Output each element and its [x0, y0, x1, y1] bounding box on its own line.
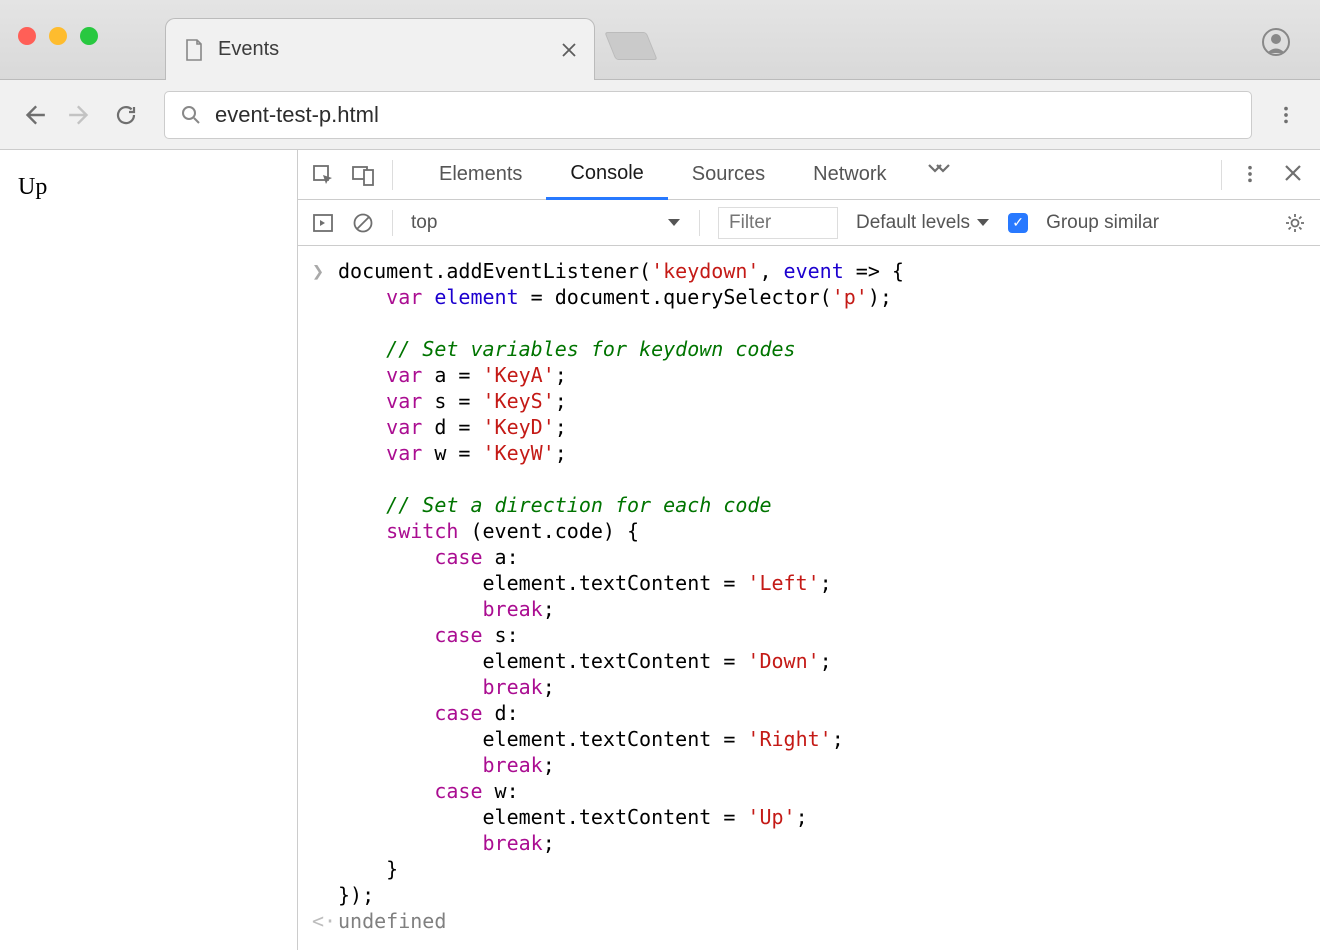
new-tab-button[interactable]	[604, 32, 657, 60]
console-return-line: <· undefined	[298, 908, 1320, 934]
tab-sources[interactable]: Sources	[668, 150, 789, 200]
console-context-select[interactable]: top	[411, 212, 681, 234]
prompt-icon: ❯	[312, 258, 338, 908]
tab-network[interactable]: Network	[789, 150, 910, 200]
omnibox[interactable]: event-test-p.html	[164, 91, 1252, 139]
page-paragraph: Up	[18, 174, 279, 201]
tab-console[interactable]: Console	[546, 150, 667, 200]
group-similar-label: Group similar	[1046, 212, 1159, 234]
devtools-menu-icon[interactable]	[1240, 164, 1262, 186]
chrome-menu-button[interactable]	[1270, 99, 1302, 131]
traffic-lights	[18, 27, 98, 45]
group-similar-checkbox[interactable]: ✓	[1008, 213, 1028, 233]
console-code: document.addEventListener('keydown', eve…	[338, 258, 904, 908]
close-tab-icon[interactable]	[562, 43, 576, 57]
devtools-tabbar: Elements Console Sources Network	[298, 150, 1320, 200]
maximize-window-button[interactable]	[80, 27, 98, 45]
content-area: Up Elements Console Sources Network	[0, 150, 1320, 950]
browser-window: Events event-test-p.html	[0, 0, 1320, 950]
browser-tab[interactable]: Events	[165, 18, 595, 80]
close-window-button[interactable]	[18, 27, 36, 45]
devtools-close-icon[interactable]	[1284, 164, 1306, 186]
more-tabs-icon[interactable]	[927, 163, 951, 187]
console-sidebar-toggle-icon[interactable]	[312, 212, 334, 234]
devtools-panel: Elements Console Sources Network	[297, 150, 1320, 950]
levels-label: Default levels	[856, 212, 970, 234]
tab-title: Events	[218, 38, 562, 61]
titlebar: Events	[0, 0, 1320, 80]
console-filter-input[interactable]	[718, 207, 838, 239]
console-input-line: ❯ document.addEventListener('keydown', e…	[298, 258, 1320, 908]
console-toolbar: top Default levels ✓ Group similar	[298, 200, 1320, 246]
reload-button[interactable]	[110, 99, 142, 131]
address-bar: event-test-p.html	[0, 80, 1320, 150]
clear-console-icon[interactable]	[352, 212, 374, 234]
profile-avatar-icon[interactable]	[1262, 28, 1290, 56]
context-label: top	[411, 212, 437, 234]
chevron-down-icon	[976, 218, 990, 228]
file-icon	[184, 38, 204, 62]
minimize-window-button[interactable]	[49, 27, 67, 45]
return-arrow-icon: <·	[312, 908, 338, 934]
inspect-element-icon[interactable]	[312, 164, 334, 186]
page-viewport: Up	[0, 150, 297, 950]
back-button[interactable]	[18, 99, 50, 131]
chevron-down-icon	[667, 218, 681, 228]
devtools-left-icons	[312, 160, 393, 190]
search-icon	[181, 105, 201, 125]
device-toolbar-icon[interactable]	[352, 164, 374, 186]
log-levels-select[interactable]: Default levels	[856, 212, 990, 234]
tab-elements[interactable]: Elements	[415, 150, 546, 200]
console-output[interactable]: ❯ document.addEventListener('keydown', e…	[298, 246, 1320, 950]
forward-button[interactable]	[64, 99, 96, 131]
console-settings-icon[interactable]	[1284, 212, 1306, 234]
devtools-right-icons	[1221, 160, 1306, 190]
return-value: undefined	[338, 908, 446, 934]
url-text: event-test-p.html	[215, 102, 379, 128]
